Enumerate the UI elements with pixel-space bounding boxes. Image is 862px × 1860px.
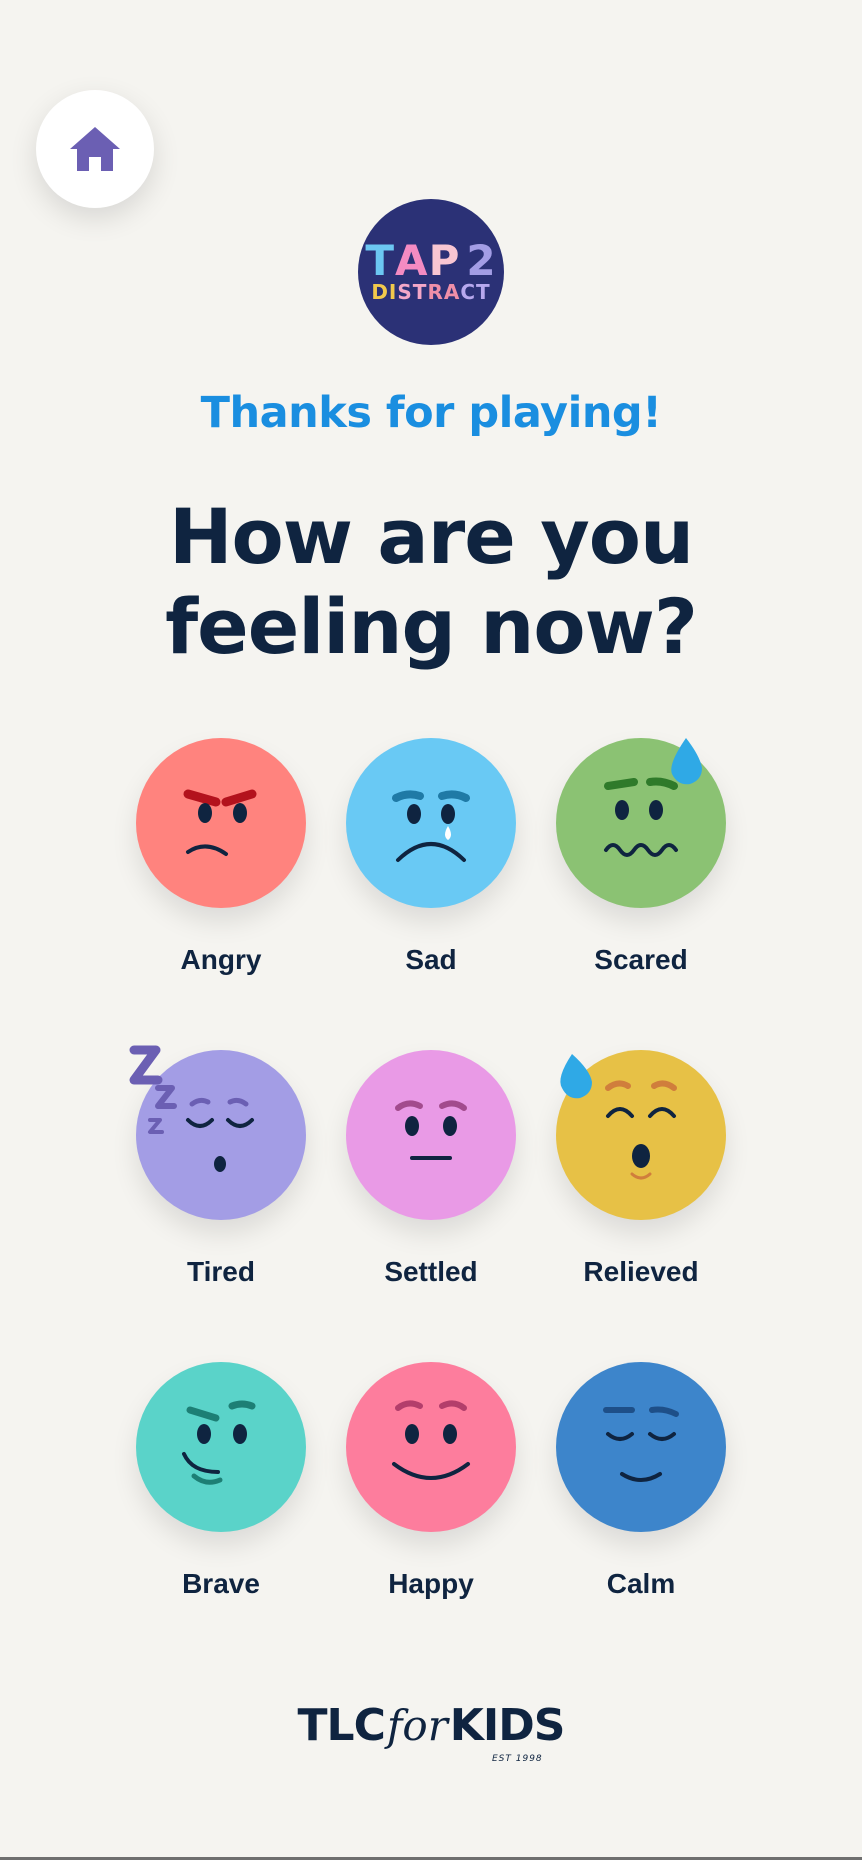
logo-letter: 2 xyxy=(466,236,497,285)
sweat-drop-icon xyxy=(560,1054,592,1099)
tap2distract-logo: T A P 2 D I S T R A C T xyxy=(358,199,504,345)
logo-letter: A xyxy=(395,236,429,285)
logo-letter: T xyxy=(365,236,396,285)
happy-face-icon xyxy=(346,1362,516,1532)
logo-line1: T A P 2 xyxy=(365,236,497,285)
emotion-label: Settled xyxy=(384,1256,478,1287)
emotion-label: Sad xyxy=(405,944,457,975)
logo-letter: T xyxy=(476,280,491,304)
emotion-label: Relieved xyxy=(583,1256,699,1287)
page-title-line2: feeling now? xyxy=(165,582,698,671)
logo-letter: A xyxy=(443,280,461,304)
relieved-face-icon xyxy=(556,1050,726,1220)
page-title: How are you feeling now? xyxy=(0,492,862,672)
thanks-message: Thanks for playing! xyxy=(200,388,662,438)
sweat-drop-icon xyxy=(671,738,702,785)
brand-est: EST 1998 xyxy=(492,1754,543,1764)
logo-letter: I xyxy=(388,280,398,304)
calm-face-icon xyxy=(556,1362,726,1532)
settled-face-icon xyxy=(346,1050,516,1220)
emotion-label: Scared xyxy=(594,944,688,975)
logo-letter: T xyxy=(412,280,428,304)
sad-face-icon xyxy=(346,738,516,908)
logo-letter: P xyxy=(428,236,461,285)
brand-tlc: TLC xyxy=(297,1700,386,1751)
logo-letter: S xyxy=(397,280,413,304)
page-title-line1: How are you xyxy=(168,492,694,581)
emotion-label: Tired xyxy=(187,1256,255,1287)
logo-letter: D xyxy=(371,280,389,304)
emotion-label: Angry xyxy=(180,944,262,975)
emotion-label: Calm xyxy=(606,1568,676,1599)
logo-letter: C xyxy=(460,280,477,304)
logo-letter: R xyxy=(427,280,444,304)
brand-for: for xyxy=(386,1701,448,1750)
tired-face-icon xyxy=(129,1045,306,1220)
home-icon xyxy=(70,127,120,171)
scared-face-icon xyxy=(556,738,726,908)
home-button[interactable] xyxy=(36,90,154,208)
sleep-z-icon xyxy=(129,1045,177,1134)
brand-kids: KIDS xyxy=(449,1700,566,1751)
emotion-label: Happy xyxy=(388,1568,474,1599)
tlc-for-kids-logo: TLCforKIDS EST 1998 xyxy=(0,1700,862,1764)
emotion-label: Brave xyxy=(182,1568,260,1599)
brave-face-icon xyxy=(136,1362,306,1532)
angry-face-icon xyxy=(136,738,306,908)
logo-line2: D I S T R A C T xyxy=(371,281,490,303)
